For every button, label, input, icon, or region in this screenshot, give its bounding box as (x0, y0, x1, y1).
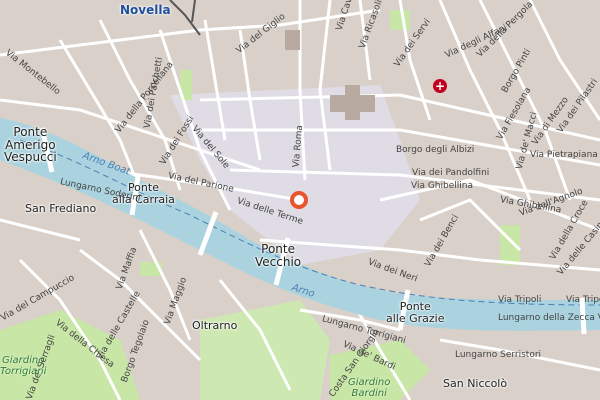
place-oltrarno: Oltrarno (192, 319, 238, 332)
street-lungarno-della-zecca-vecchia: Lungarno della Zecca Vecchia (498, 313, 600, 323)
place-ponte-alle-grazie: Ponte alle Grazie (386, 300, 445, 325)
hospital-cross-icon[interactable]: + (433, 79, 447, 93)
place-ponte-vecchio: Ponte Vecchio (255, 242, 302, 269)
place-novella: Novella (120, 3, 171, 17)
location-marker-icon[interactable] (290, 191, 308, 209)
place-ponte-amerigo-vespucci: Ponte Amerigo Vespucci (4, 125, 57, 165)
street-via-tripoli: Via Tripoli (498, 295, 542, 305)
street-via-dei-pandolfini: Via dei Pandolfini (412, 168, 490, 178)
street-via-tripoli-east: Via Tripoli (566, 295, 600, 305)
place-san-niccolo: San Niccolò (443, 377, 508, 390)
street-lungarno-serristori: Lungarno Serristori (455, 350, 542, 360)
place-san-frediano: San Frediano (25, 202, 97, 215)
street-via-pietrapiana: Via Pietrapiana (530, 150, 598, 160)
street-via-ghibellina: Via Ghibellina (411, 181, 473, 191)
park-giardino-bardini: Giardino Bardini (348, 377, 391, 399)
san-lorenzo-building (285, 30, 300, 50)
map-canvas[interactable]: + Novella Ponte Amerigo Vespucci Ponte a… (0, 0, 600, 400)
street-borgo-degli-albizi: Borgo degli Albizi (396, 145, 475, 155)
